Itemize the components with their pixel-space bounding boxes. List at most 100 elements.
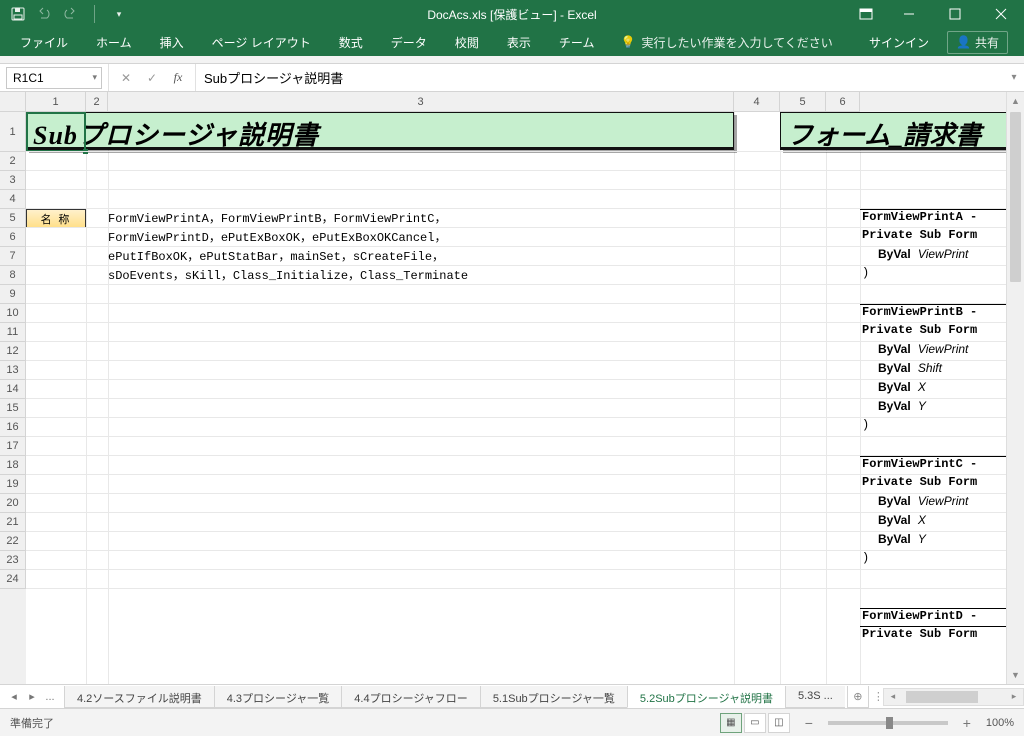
select-all-corner[interactable]: [0, 92, 26, 112]
sheet-tab[interactable]: 5.3S ...: [785, 686, 845, 708]
row-header[interactable]: 13: [0, 361, 26, 380]
sheet-tab[interactable]: 4.3プロシージャ一覧: [214, 686, 343, 708]
tab-home[interactable]: ホーム: [82, 28, 146, 56]
scroll-up-icon[interactable]: ▲: [1007, 92, 1024, 110]
sheet-tab[interactable]: 4.2ソースファイル説明書: [64, 686, 215, 708]
row-header[interactable]: 2: [0, 152, 26, 171]
row-header[interactable]: 17: [0, 437, 26, 456]
proc-header[interactable]: FormViewPrintD -: [860, 608, 1006, 627]
cancel-formula-icon[interactable]: ✕: [115, 67, 137, 89]
cell-text[interactable]: Private Sub Form: [860, 627, 1006, 646]
row-header[interactable]: 21: [0, 513, 26, 532]
sheet-tab[interactable]: 5.1Subプロシージャ一覧: [480, 686, 628, 708]
page-break-view-icon[interactable]: ◫: [768, 713, 790, 733]
scroll-thumb[interactable]: [1010, 112, 1021, 282]
tab-team[interactable]: チーム: [545, 28, 609, 56]
column-header[interactable]: 5: [780, 92, 826, 112]
new-sheet-icon[interactable]: ⊕: [847, 686, 869, 708]
status-ready: 準備完了: [10, 715, 54, 731]
row-header[interactable]: 16: [0, 418, 26, 437]
tab-first-icon[interactable]: ◂: [6, 689, 22, 705]
name-box[interactable]: R1C1 ▾: [6, 67, 102, 89]
save-icon[interactable]: [10, 6, 26, 22]
expand-formula-bar-icon[interactable]: ▾: [1004, 72, 1024, 83]
row-header[interactable]: 4: [0, 190, 26, 209]
maximize-button[interactable]: [932, 0, 978, 28]
zoom-slider[interactable]: [828, 721, 948, 725]
redo-icon[interactable]: [62, 6, 78, 22]
tab-next-icon[interactable]: ▸: [24, 689, 40, 705]
share-button[interactable]: 👤 共有: [947, 31, 1008, 54]
scroll-thumb[interactable]: [906, 691, 978, 703]
zoom-in-icon[interactable]: +: [960, 715, 974, 731]
sheet-tab[interactable]: 4.4プロシージャフロー: [341, 686, 481, 708]
row-header[interactable]: 24: [0, 570, 26, 589]
tab-navigation: ◂ ▸ ...: [0, 689, 64, 705]
row-header[interactable]: 12: [0, 342, 26, 361]
zoom-level[interactable]: 100%: [986, 717, 1014, 729]
tab-resize-handle[interactable]: ⋮: [869, 690, 877, 703]
qat-customize-icon[interactable]: ▾: [111, 6, 127, 22]
ribbon-collapsed: [0, 56, 1024, 64]
row-header[interactable]: 15: [0, 399, 26, 418]
sheet-tab[interactable]: 5.2Subプロシージャ説明書: [627, 686, 786, 708]
vertical-scrollbar[interactable]: ▲ ▼: [1006, 92, 1024, 684]
zoom-out-icon[interactable]: −: [802, 715, 816, 731]
window-title: DocAcs.xls [保護ビュー] - Excel: [427, 6, 596, 23]
tab-data[interactable]: データ: [377, 28, 441, 56]
quick-access-toolbar: ▾: [0, 5, 127, 23]
column-header[interactable]: 3: [108, 92, 734, 112]
tell-me-placeholder: 実行したい作業を入力してください: [641, 34, 832, 51]
row-header[interactable]: 3: [0, 171, 26, 190]
tab-formulas[interactable]: 数式: [325, 28, 377, 56]
tab-pagelayout[interactable]: ページ レイアウト: [198, 28, 325, 56]
row-header[interactable]: 23: [0, 551, 26, 570]
row-header[interactable]: 19: [0, 475, 26, 494]
minimize-button[interactable]: [886, 0, 932, 28]
share-label: 共有: [975, 34, 999, 51]
close-button[interactable]: [978, 0, 1024, 28]
normal-view-icon[interactable]: ▦: [720, 713, 742, 733]
tab-file[interactable]: ファイル: [6, 28, 82, 56]
row-header[interactable]: 14: [0, 380, 26, 399]
cell-grid[interactable]: Subプロシージャ説明書 フォーム_請求書 名 称 FormViewPrintA…: [26, 112, 1006, 684]
column-header[interactable]: 2: [86, 92, 108, 112]
row-header[interactable]: 9: [0, 285, 26, 304]
row-header[interactable]: 8: [0, 266, 26, 285]
ribbon-display-icon[interactable]: [846, 8, 886, 20]
scroll-left-icon[interactable]: ◂: [884, 689, 902, 705]
column-header[interactable]: 4: [734, 92, 780, 112]
share-icon: 👤: [956, 35, 971, 49]
row-header[interactable]: 5: [0, 209, 26, 228]
formula-input[interactable]: Subプロシージャ説明書: [196, 64, 1004, 91]
horizontal-scrollbar[interactable]: ◂ ▸: [883, 688, 1024, 706]
scroll-right-icon[interactable]: ▸: [1005, 689, 1023, 705]
tab-overflow-icon[interactable]: ...: [42, 689, 58, 705]
enter-formula-icon[interactable]: ✓: [141, 67, 163, 89]
row-header[interactable]: 20: [0, 494, 26, 513]
row-headers: 123456789101112131415161718192021222324: [0, 112, 26, 684]
page-layout-view-icon[interactable]: ▭: [744, 713, 766, 733]
row-header[interactable]: 11: [0, 323, 26, 342]
tab-insert[interactable]: 挿入: [146, 28, 198, 56]
column-header[interactable]: 6: [826, 92, 860, 112]
row-header[interactable]: 6: [0, 228, 26, 247]
signin-link[interactable]: サインイン: [869, 34, 929, 51]
row-header[interactable]: 22: [0, 532, 26, 551]
row-header[interactable]: 7: [0, 247, 26, 266]
title-bar: ▾ DocAcs.xls [保護ビュー] - Excel: [0, 0, 1024, 28]
scroll-down-icon[interactable]: ▼: [1007, 666, 1024, 684]
tab-view[interactable]: 表示: [493, 28, 545, 56]
tell-me-search[interactable]: 💡 実行したい作業を入力してください: [608, 34, 832, 51]
zoom-knob[interactable]: [886, 717, 893, 729]
formula-bar: R1C1 ▾ ✕ ✓ fx Subプロシージャ説明書 ▾: [0, 64, 1024, 92]
chevron-down-icon[interactable]: ▾: [92, 72, 97, 83]
lightbulb-icon: 💡: [620, 35, 635, 49]
insert-function-icon[interactable]: fx: [167, 67, 189, 89]
undo-icon[interactable]: [36, 6, 52, 22]
tab-review[interactable]: 校閲: [441, 28, 493, 56]
row-header[interactable]: 10: [0, 304, 26, 323]
column-header[interactable]: 1: [26, 92, 86, 112]
row-header[interactable]: 1: [0, 112, 26, 152]
row-header[interactable]: 18: [0, 456, 26, 475]
